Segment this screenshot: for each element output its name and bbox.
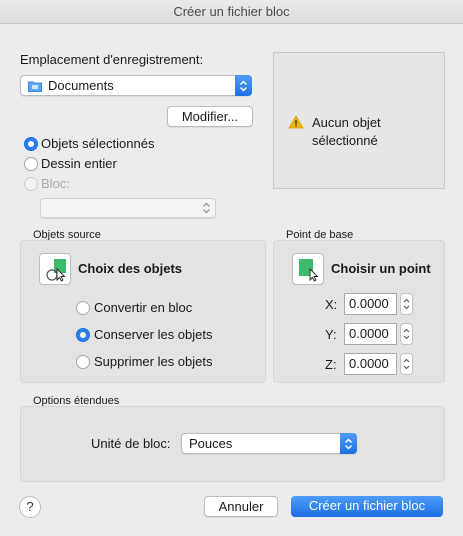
- create-block-file-button[interactable]: Créer un fichier bloc: [291, 496, 443, 517]
- pick-objects-icon: [44, 258, 68, 285]
- unit-popup[interactable]: Pouces: [181, 433, 357, 454]
- location-label: Emplacement d'enregistrement:: [20, 52, 204, 67]
- pick-objects-button[interactable]: [39, 253, 71, 285]
- location-value: Documents: [48, 78, 114, 93]
- popup-arrows-icon: [202, 202, 211, 217]
- radio-block-label: Bloc:: [41, 176, 70, 191]
- preview-panel: Aucun objet sélectionné: [273, 52, 445, 189]
- modify-button[interactable]: Modifier...: [167, 106, 253, 127]
- y-stepper[interactable]: [400, 323, 413, 345]
- z-label: Z:: [325, 357, 337, 372]
- stepper-arrows-icon: [403, 298, 410, 310]
- radio-retain-objects[interactable]: [76, 328, 90, 342]
- radio-delete-objects-label: Supprimer les objets: [94, 354, 213, 369]
- x-label: X:: [325, 297, 338, 312]
- radio-block[interactable]: [24, 177, 38, 191]
- pick-point-button[interactable]: [292, 253, 324, 285]
- y-label: Y:: [325, 327, 337, 342]
- popup-arrows-icon: [235, 75, 252, 96]
- y-input[interactable]: 0.0000: [344, 323, 397, 345]
- help-button[interactable]: ?: [19, 496, 41, 518]
- radio-retain-objects-label: Conserver les objets: [94, 327, 213, 342]
- preview-message-line1: Aucun objet: [312, 115, 381, 130]
- z-input[interactable]: 0.0000: [344, 353, 397, 375]
- radio-entire-drawing-label: Dessin entier: [41, 156, 117, 171]
- stepper-arrows-icon: [403, 358, 410, 370]
- cancel-button[interactable]: Annuler: [204, 496, 278, 517]
- radio-selected-objects-label: Objets sélectionnés: [41, 136, 155, 151]
- pick-point-icon: [297, 258, 321, 285]
- warning-icon: [288, 115, 304, 132]
- location-popup[interactable]: Documents: [20, 75, 252, 96]
- unit-value: Pouces: [189, 436, 233, 451]
- block-select[interactable]: [40, 198, 216, 218]
- x-input[interactable]: 0.0000: [344, 293, 397, 315]
- radio-delete-objects[interactable]: [76, 355, 90, 369]
- preview-message-line2: sélectionné: [312, 133, 378, 148]
- stepper-arrows-icon: [403, 328, 410, 340]
- popup-arrows-icon: [340, 433, 357, 454]
- pick-objects-label: Choix des objets: [78, 261, 183, 276]
- unit-label: Unité de bloc:: [91, 436, 171, 451]
- radio-convert-block[interactable]: [76, 301, 90, 315]
- radio-entire-drawing[interactable]: [24, 157, 38, 171]
- window-title: Créer un fichier bloc: [0, 0, 463, 24]
- x-stepper[interactable]: [400, 293, 413, 315]
- radio-convert-block-label: Convertir en bloc: [94, 300, 193, 315]
- pick-point-label: Choisir un point: [331, 261, 431, 276]
- folder-icon: [28, 80, 42, 95]
- radio-selected-objects[interactable]: [24, 137, 38, 151]
- z-stepper[interactable]: [400, 353, 413, 375]
